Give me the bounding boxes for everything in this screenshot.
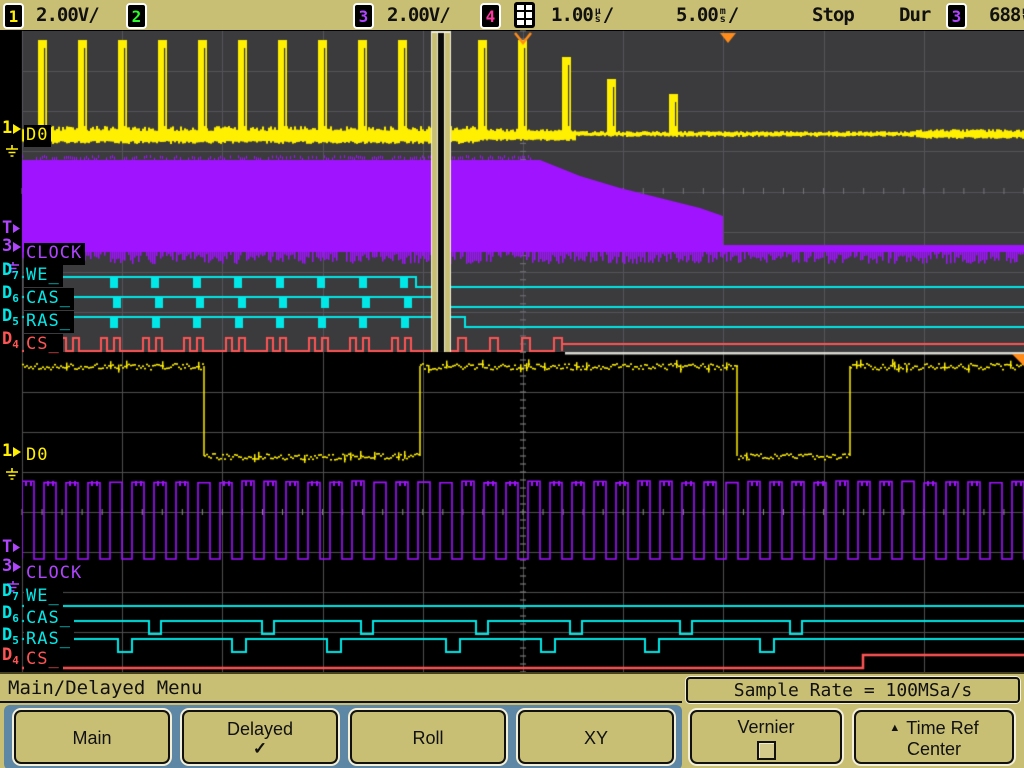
ground-icon bbox=[5, 466, 19, 485]
ch3-ground-marker-upper[interactable]: 3 bbox=[2, 238, 22, 255]
menu-title: Main/Delayed Menu bbox=[8, 677, 202, 699]
ch1-ground-marker-lower[interactable]: 1 bbox=[2, 443, 22, 460]
softkey-delayed-label: Delayed bbox=[190, 719, 330, 740]
selector-arrow-icon: ▲ bbox=[889, 723, 900, 734]
trigger-level-marker-lower[interactable]: T bbox=[2, 539, 21, 556]
ch3-ground-marker-lower[interactable]: 3 bbox=[2, 558, 22, 575]
softkey-menu: Main/Delayed Menu Sample Rate = 100MSa/s… bbox=[0, 672, 1024, 768]
channel-2-badge[interactable]: 2 bbox=[126, 3, 147, 29]
trace-label-ras-lower: RAS_ bbox=[24, 629, 74, 651]
bus-d5-marker-lower[interactable]: D5 bbox=[2, 627, 19, 644]
trace-label-d0-lower: D0 bbox=[24, 445, 51, 467]
bus-d4-marker-lower[interactable]: D4 bbox=[2, 647, 19, 664]
right-arrow-icon bbox=[13, 242, 22, 252]
softkey-xy-label: XY bbox=[526, 728, 666, 749]
ch1-ground-marker-upper[interactable]: 1 bbox=[2, 120, 22, 137]
channel-3-scale: 2.00V/ bbox=[387, 3, 450, 27]
right-arrow-icon bbox=[13, 124, 22, 134]
trigger-mode: Dur bbox=[899, 3, 930, 27]
main-timebase-value: 1.00 bbox=[551, 4, 593, 26]
softkey-vernier[interactable]: Vernier bbox=[690, 710, 842, 764]
delayed-timebase: 5.00ms/ bbox=[676, 3, 738, 27]
bus-d7-marker-upper[interactable]: D7 bbox=[2, 262, 19, 279]
ground-icon bbox=[5, 143, 19, 162]
softkey-time-ref[interactable]: ▲ Time Ref Center bbox=[854, 710, 1014, 764]
trace-label-cs-lower: CS_ bbox=[24, 649, 63, 671]
softkey-main-label: Main bbox=[22, 728, 162, 749]
right-arrow-icon bbox=[13, 447, 22, 457]
delayed-window-icon bbox=[514, 2, 535, 28]
main-timebase: 1.00µs/ bbox=[551, 3, 613, 27]
trace-label-clock-upper: CLOCK bbox=[24, 243, 85, 265]
channel-3-badge[interactable]: 3 bbox=[353, 3, 374, 29]
bus-d4-marker-upper[interactable]: D4 bbox=[2, 331, 19, 348]
checkbox-icon bbox=[757, 741, 776, 760]
trace-label-ras-upper: RAS_ bbox=[24, 311, 74, 333]
trace-label-cas-lower: CAS_ bbox=[24, 608, 74, 630]
trace-label-we-lower: WE_ bbox=[24, 586, 63, 608]
trace-label-clock-lower: CLOCK bbox=[24, 563, 85, 585]
right-arrow-icon bbox=[13, 224, 21, 233]
oscilloscope-screen: 1 2.00V/ 2 3 2.00V/ 4 1.00µs/ 5.00ms/ St… bbox=[0, 0, 1024, 768]
trace-label-d0-upper: D0 bbox=[24, 125, 51, 147]
softkey-vernier-label: Vernier bbox=[698, 717, 834, 738]
trace-label-cs-upper: CS_ bbox=[24, 334, 63, 356]
bus-d6-marker-lower[interactable]: D6 bbox=[2, 605, 19, 622]
check-icon: ✓ bbox=[190, 740, 330, 758]
channel-1-scale: 2.00V/ bbox=[36, 3, 99, 27]
sample-rate-readout: Sample Rate = 100MSa/s bbox=[686, 677, 1020, 703]
softkey-roll-label: Roll bbox=[358, 728, 498, 749]
softkey-delayed[interactable]: Delayed ✓ bbox=[182, 710, 338, 764]
softkey-roll[interactable]: Roll bbox=[350, 710, 506, 764]
softkey-xy[interactable]: XY bbox=[518, 710, 674, 764]
delayed-timebase-value: 5.00 bbox=[676, 4, 718, 26]
trace-label-we-upper: WE_ bbox=[24, 265, 63, 287]
bus-d6-marker-upper[interactable]: D6 bbox=[2, 285, 19, 302]
bus-d7-marker-lower[interactable]: D7 bbox=[2, 583, 19, 600]
status-bar: 1 2.00V/ 2 3 2.00V/ 4 1.00µs/ 5.00ms/ St… bbox=[0, 0, 1024, 30]
right-arrow-icon bbox=[13, 543, 21, 552]
trigger-level: 688mV bbox=[989, 3, 1024, 27]
softkey-main[interactable]: Main bbox=[14, 710, 170, 764]
channel-1-badge[interactable]: 1 bbox=[3, 3, 24, 29]
channel-4-badge[interactable]: 4 bbox=[480, 3, 501, 29]
acquisition-state: Stop bbox=[812, 3, 854, 27]
trace-label-cas-upper: CAS_ bbox=[24, 288, 74, 310]
trigger-level-marker-upper[interactable]: T bbox=[2, 220, 21, 237]
bus-d5-marker-upper[interactable]: D5 bbox=[2, 308, 19, 325]
menu-underline bbox=[0, 701, 682, 703]
trigger-source-badge: 3 bbox=[946, 3, 967, 29]
softkey-time-ref-label: Time Ref bbox=[906, 718, 978, 739]
right-arrow-icon bbox=[13, 562, 22, 572]
softkey-time-ref-label2: Center bbox=[862, 739, 1006, 760]
waveform-canvas bbox=[0, 0, 1024, 672]
